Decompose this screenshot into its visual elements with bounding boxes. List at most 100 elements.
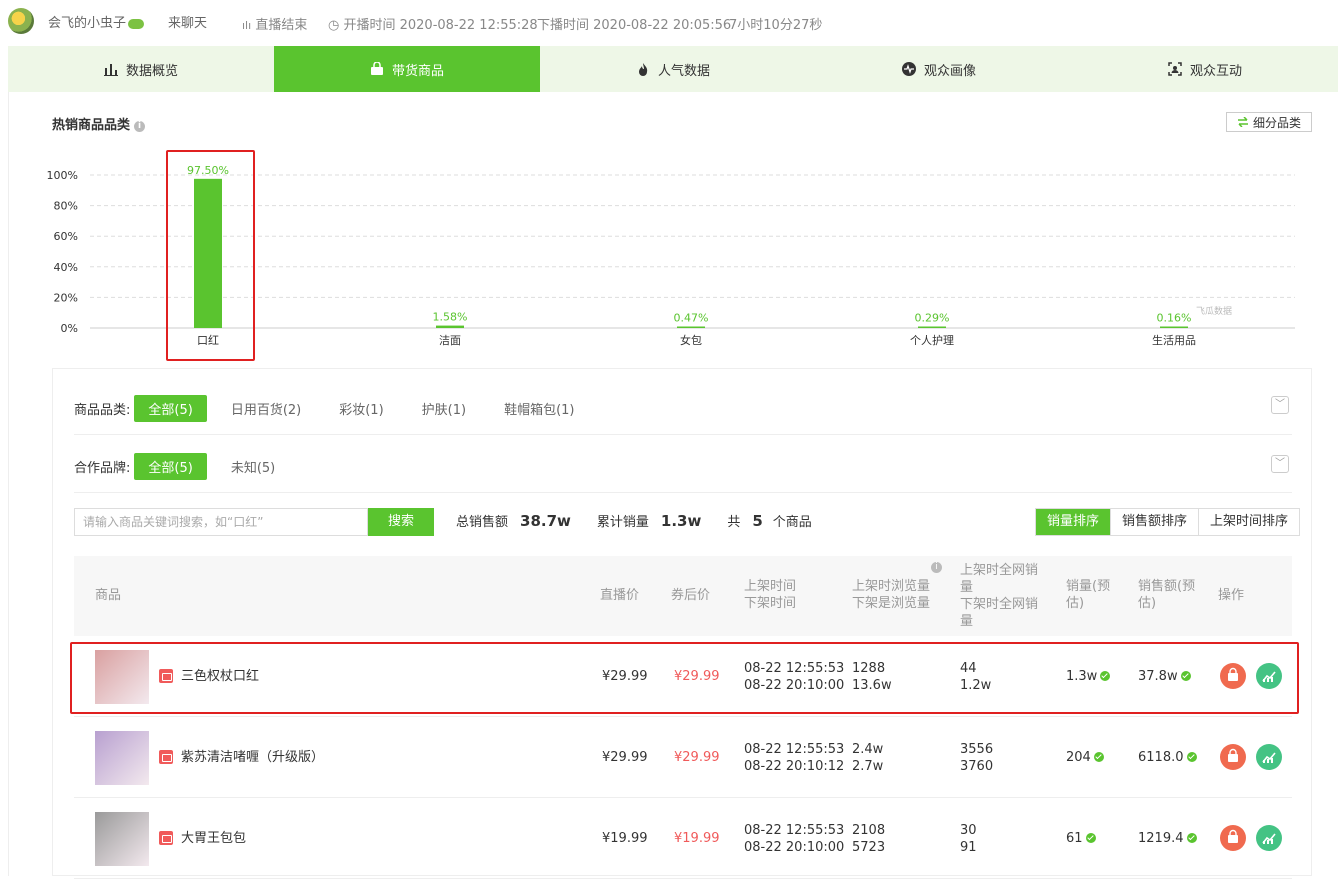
x-tick-label: 洁面 [439, 334, 461, 347]
col-product: 商品 [95, 588, 122, 603]
tab-audience-profile[interactable]: 观众画像 [806, 46, 1072, 92]
table-row[interactable]: 大胃王包包 ¥19.99 ¥19.99 08-22 12:55:53 08-22 … [74, 798, 1292, 879]
revenue: 1219.4 [1138, 830, 1197, 847]
search-input[interactable]: 请输入商品关键词搜索，如“口红” [74, 508, 368, 536]
avatar[interactable] [8, 8, 34, 34]
category-chip-daily[interactable]: 日用百货(2) [217, 395, 315, 422]
product-name[interactable]: 大胃王包包 [181, 830, 246, 847]
category-chip-bags[interactable]: 鞋帽箱包(1) [490, 395, 588, 422]
flame-icon [638, 63, 648, 76]
panel-border [8, 92, 9, 876]
category-chip-skincare[interactable]: 护肤(1) [408, 395, 480, 422]
x-tick-label: 生活用品 [1152, 333, 1196, 347]
sort-by-shelf-time[interactable]: 上架时间排序 [1198, 509, 1299, 535]
coupon-price: ¥29.99 [674, 750, 720, 765]
col-coupon-price: 券后价 [671, 588, 711, 603]
table-row[interactable]: 紫苏清洁啫喱（升级版） ¥29.99 ¥29.99 08-22 12:55:53… [74, 717, 1292, 798]
bar [677, 326, 705, 328]
sort-by-revenue[interactable]: 销售额排序 [1110, 509, 1198, 535]
data-label: 0.29% [915, 312, 950, 325]
views: 2.4w 2.7w [852, 742, 884, 774]
shopping-bag-icon [1228, 748, 1238, 762]
x-tick-label: 女包 [680, 333, 702, 347]
end-time: 下播时间 2020-08-22 20:05:56 [537, 18, 732, 33]
divider [74, 434, 1292, 435]
brand-chip-all[interactable]: 全部(5) [134, 453, 207, 480]
net-sales: 30 91 [960, 823, 977, 855]
tab-overview[interactable]: 数据概览 [8, 46, 274, 92]
sales-stats: 总销售额 38.7w 累计销量 1.3w 共 5 个商品 [456, 512, 812, 530]
net-sales: 3556 3760 [960, 742, 994, 774]
highlight-box-row [70, 642, 1299, 714]
subcategory-button[interactable]: 细分品类 [1226, 112, 1312, 132]
expand-category-icon[interactable]: ﹀ [1271, 396, 1289, 414]
product-thumbnail[interactable] [95, 812, 149, 866]
y-tick-label: 80% [54, 200, 78, 213]
tab-products[interactable]: 带货商品 [274, 46, 540, 92]
shopping-bag-icon [370, 62, 383, 75]
live-duration: 7小时10分27秒 [729, 18, 823, 33]
verified-icon [1186, 833, 1197, 843]
search-button[interactable]: 搜索 [368, 508, 434, 536]
info-icon[interactable]: i [931, 562, 942, 573]
trend-chart-icon [1262, 833, 1276, 844]
col-net-sales: 上架时全网销量 下架时全网销量 [960, 563, 1039, 629]
col-shelf-time: 上架时间 下架时间 [744, 579, 797, 611]
col-live-price: 直播价 [600, 588, 640, 603]
brand-chip-unknown[interactable]: 未知(5) [217, 453, 289, 480]
info-icon[interactable]: i [134, 121, 146, 132]
bar [436, 325, 464, 328]
divider [74, 492, 1292, 493]
pulse-icon [901, 62, 916, 76]
caterpillar-icon [128, 18, 145, 29]
section-title: 热销商品品类 i [52, 114, 146, 133]
anchor-name[interactable]: 会飞的小虫子 [48, 12, 145, 31]
col-volume: 销量(预估) [1066, 579, 1111, 611]
live-status: ılı 直播结束 [242, 18, 308, 33]
brand-filter-row: 合作品牌: 全部(5) 未知(5) [74, 453, 299, 480]
bar-chart-icon [103, 64, 118, 76]
views: 2108 5723 [852, 823, 886, 855]
volume: 204 [1066, 749, 1104, 766]
trend-button[interactable] [1256, 744, 1282, 770]
clock-icon: ◷ [328, 18, 340, 33]
shelf-times: 08-22 12:55:53 08-22 20:10:12 [744, 742, 845, 774]
tab-popularity[interactable]: 人气数据 [540, 46, 806, 92]
shop-bag-button[interactable] [1220, 825, 1246, 851]
store-icon [159, 750, 173, 764]
watermark-logo: 飞瓜数据 [1196, 307, 1233, 317]
volume: 61 [1066, 830, 1096, 847]
product-thumbnail[interactable] [95, 731, 149, 785]
revenue: 6118.0 [1138, 749, 1197, 766]
live-price: ¥19.99 [602, 831, 648, 846]
verified-icon [1186, 752, 1197, 762]
data-label: 0.16% [1157, 312, 1192, 325]
face-scan-icon [1168, 62, 1182, 76]
expand-brand-icon[interactable]: ﹀ [1271, 455, 1289, 473]
trend-button[interactable] [1256, 825, 1282, 851]
verified-icon [1093, 752, 1104, 762]
category-chip-all[interactable]: 全部(5) [134, 395, 207, 422]
x-tick-label: 个人护理 [910, 333, 954, 347]
live-header: 会飞的小虫子 来聊天 ılı 直播结束 ◷ 开播时间 2020-08-22 12… [0, 0, 1338, 46]
highlight-box-chart [166, 150, 255, 361]
col-views: 上架时浏览量 下架是浏览量 [852, 579, 931, 611]
start-time: ◷ 开播时间 2020-08-22 12:55:28 [328, 18, 538, 33]
y-tick-label: 40% [54, 261, 78, 274]
category-filter-row: 商品品类: 全部(5) 日用百货(2) 彩妆(1) 护肤(1) 鞋帽箱包(1) [74, 395, 599, 422]
category-chip-makeup[interactable]: 彩妆(1) [325, 395, 397, 422]
tab-audience-interaction[interactable]: 观众互动 [1072, 46, 1338, 92]
bars-icon: ılı [242, 19, 252, 32]
sort-buttons: 销量排序 销售额排序 上架时间排序 [1035, 508, 1301, 536]
shopping-bag-icon [1228, 829, 1238, 843]
store-icon [159, 831, 173, 845]
table-header: 商品 直播价 券后价 上架时间 下架时间 上架时浏览量 下架是浏览量 i 上架时全网… [74, 556, 1292, 636]
chat-link[interactable]: 来聊天 [168, 12, 207, 31]
col-ops: 操作 [1218, 588, 1245, 603]
bar [918, 326, 946, 328]
shelf-times: 08-22 12:55:53 08-22 20:10:00 [744, 823, 845, 855]
bar [1160, 326, 1188, 328]
product-name[interactable]: 紫苏清洁啫喱（升级版） [181, 749, 324, 766]
shop-bag-button[interactable] [1220, 744, 1246, 770]
sort-by-volume[interactable]: 销量排序 [1036, 509, 1111, 535]
